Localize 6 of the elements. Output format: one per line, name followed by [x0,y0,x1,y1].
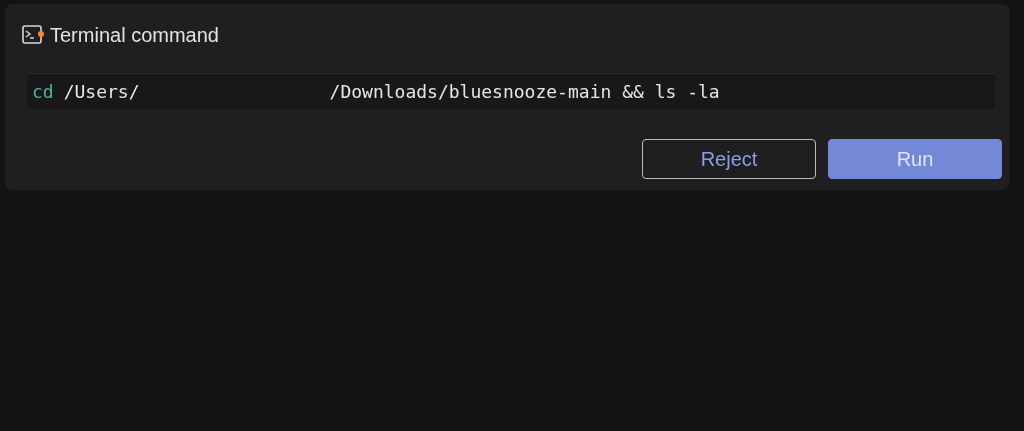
terminal-icon [22,25,44,45]
command-keyword: cd [32,80,54,104]
panel-title: Terminal command [50,23,219,48]
reject-button[interactable]: Reject [642,139,816,179]
command-text: /Users/ [63,80,140,104]
command-text: /Downloads/bluesnooze-main && ls -la [329,80,720,104]
